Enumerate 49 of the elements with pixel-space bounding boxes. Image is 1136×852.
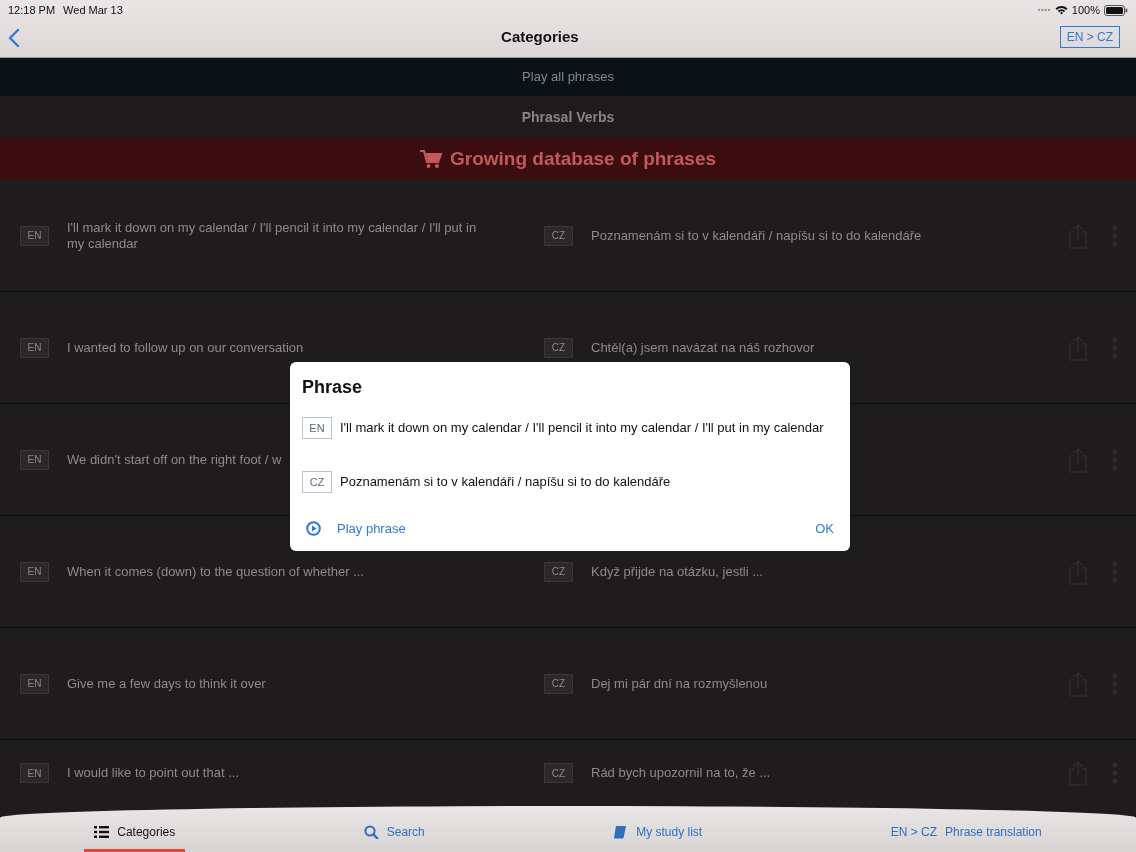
phrase-text[interactable]: I would like to point out that ... (67, 765, 239, 781)
language-label: EN (20, 225, 49, 246)
tab-button[interactable]: EN > CZ Phrase translation (880, 817, 1052, 852)
translation-text[interactable]: Rád bych upozornil na to, že ... (591, 765, 771, 781)
language-label: CZ (544, 225, 573, 246)
language-label: EN (20, 337, 49, 358)
language-label: EN (20, 561, 49, 582)
translation-text[interactable]: Dej mi pár dní na rozmyšlenou (591, 675, 768, 692)
play-all-phrases-link[interactable]: Play all phrases (522, 67, 614, 87)
language-label: EN (302, 417, 332, 439)
phrase-text[interactable]: I wanted to follow up on our conversation (67, 339, 304, 356)
phrase-text[interactable]: Give me a few days to think it over (67, 675, 266, 692)
language-label: CZ (544, 763, 573, 783)
battery-percentage: 100% (1071, 2, 1100, 18)
list-icon (94, 825, 110, 839)
translation-text[interactable]: Když přijde na otázku, jestli ... (591, 563, 763, 580)
language-label: EN (20, 449, 49, 470)
wifi-icon (1054, 5, 1068, 15)
ok-button[interactable]: OK (811, 517, 838, 541)
dialog-title: Phrase (302, 376, 364, 399)
battery-icon (1104, 4, 1128, 16)
category-title: Phrasal Verbs (521, 107, 615, 127)
language-label: CZ (544, 337, 573, 358)
status-time: 12:18 PM (8, 2, 56, 18)
book-icon (613, 825, 629, 839)
translation-text[interactable]: Poznamenám si to v kalendáři / napíšu si to do kalendáře (591, 227, 922, 244)
phrase-text: I'll mark it down on my calendar / I'll pencil it into my calendar / I'll put in my calendar (340, 419, 824, 438)
promo-banner-text: Growing database of phrases (449, 146, 717, 171)
language-button[interactable]: EN > CZ (1059, 26, 1120, 48)
play-icon (306, 521, 321, 537)
play-phrase-button[interactable]: Play phrase (302, 517, 410, 541)
screen-title: Categories (501, 26, 579, 47)
tab-button[interactable]: My study list (603, 817, 713, 852)
phrase-text[interactable]: We didn't start off on the right foot / w (67, 451, 282, 468)
language-label: CZ (544, 561, 573, 582)
language-label: CZ (544, 673, 573, 694)
tab-button[interactable]: Search (353, 817, 435, 852)
language-label: CZ (302, 471, 332, 493)
phrase-text[interactable]: When it comes (down) to the question of whether ... (67, 563, 364, 580)
tab-button[interactable]: Categories (84, 817, 186, 852)
cart-icon (419, 149, 442, 169)
phrase-text[interactable]: I'll mark it down on my calendar / I'll pencil it into my calendar / I'll put in my calendar (67, 219, 497, 252)
phrase-text: Poznamenám si to v kalendáři / napíšu si to do kalendáře (340, 473, 671, 492)
search-icon (363, 825, 379, 839)
language-label: EN (20, 673, 49, 694)
translation-text[interactable]: Chtěl(a) jsem navázat na náš rozhovor (591, 339, 815, 356)
status-date: Wed Mar 13 (63, 2, 123, 18)
signal-dots-icon (1036, 8, 1051, 12)
language-label: EN (20, 763, 49, 783)
